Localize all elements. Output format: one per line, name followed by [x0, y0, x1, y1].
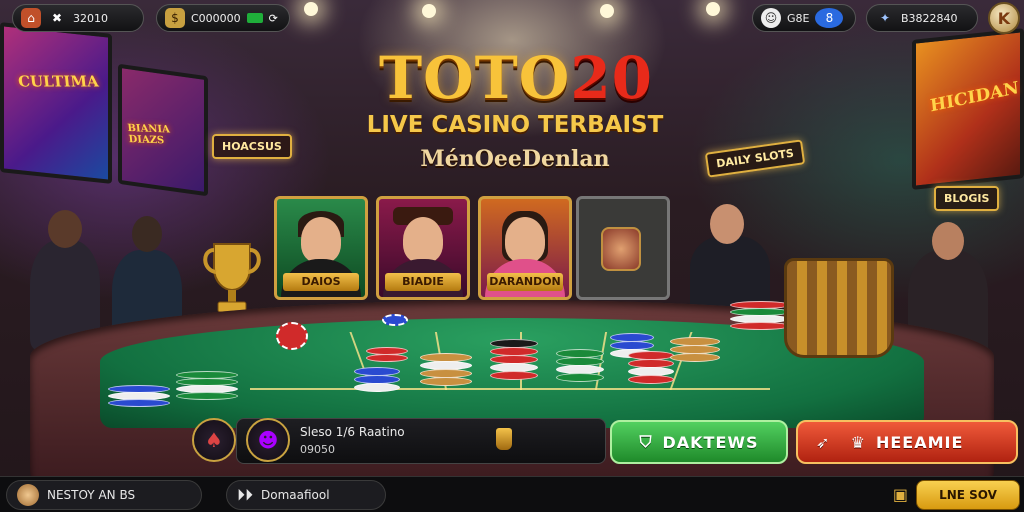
level-badge: 8 — [815, 8, 844, 28]
home-icon[interactable]: ⌂ — [21, 8, 41, 28]
game-card-3[interactable]: DARANDON — [478, 196, 572, 300]
spotlight — [600, 4, 614, 18]
chip-stack — [354, 367, 400, 392]
game-tagline: MénOeeDenlan — [420, 146, 610, 172]
red-action-button[interactable]: ➶ ♛ HEEAMIE — [796, 420, 1018, 464]
play-forward-icon: ⏵⏵ — [237, 485, 254, 504]
card-emblem-icon — [601, 227, 641, 271]
left-wall-screen: CULTIMA — [0, 22, 112, 184]
neon-sign-slots: BLOGIS — [934, 186, 1000, 211]
spotlight — [706, 2, 720, 16]
hud-balance-1[interactable]: ⌂ ✖ 32010 — [12, 4, 144, 32]
card-portrait-face — [301, 217, 341, 263]
left-wall-screen-2: BIANIA DIAZS — [118, 63, 208, 197]
chip-bucket — [784, 258, 894, 358]
chip-stack — [366, 347, 408, 362]
dealer-head — [710, 204, 744, 244]
live-button[interactable]: LNE SOV — [916, 480, 1020, 510]
footer-user-label: NESTOY AN BS — [47, 488, 136, 502]
progress-bar — [246, 13, 263, 23]
cup-icon[interactable] — [496, 428, 512, 450]
poker-chip — [276, 322, 308, 350]
profile-button[interactable]: K — [988, 2, 1020, 34]
game-subtitle: LIVE CASINO TERBAIST — [366, 112, 664, 138]
player-head — [48, 210, 82, 248]
trophy-small-icon: ♛ — [850, 432, 866, 452]
arrow-icon: ➶ — [816, 432, 831, 452]
poker-chip — [382, 314, 408, 326]
title-number: 20 — [570, 44, 654, 112]
chip-stack — [108, 385, 170, 407]
hud-badge[interactable]: ☺ G8E 8 — [752, 4, 856, 32]
user-avatar-icon — [17, 484, 39, 506]
hud-balance-2[interactable]: $ C000000 ⟳ — [156, 4, 290, 32]
chip-stack — [420, 353, 472, 386]
player-head — [132, 216, 162, 252]
card-portrait-face — [403, 217, 443, 263]
game-card-2[interactable]: BIADIE — [376, 196, 470, 300]
footer-nav-pill[interactable]: ⏵⏵ Domaafiool — [226, 480, 386, 510]
refresh-icon[interactable]: ⟳ — [269, 12, 278, 25]
game-card-label: DARANDON — [487, 273, 563, 291]
hud-stat-2: C000000 — [191, 11, 241, 25]
live-table-title: Sleso 1/6 Raatino — [300, 425, 405, 439]
chip-stack — [490, 339, 538, 380]
footer-user-pill[interactable]: NESTOY AN BS — [6, 480, 202, 510]
star-icon: ✦ — [879, 11, 891, 25]
hud-stat-1: 32010 — [73, 11, 108, 25]
game-card-label: DAIOS — [283, 273, 359, 291]
red-button-label: HEEAMIE — [875, 432, 964, 452]
left-screen2-text: BIANIA DIAZS — [127, 122, 171, 147]
crossed-chips-icon: ✖ — [51, 11, 63, 25]
game-card-label: BIADIE — [385, 273, 461, 291]
card-portrait-face — [505, 217, 545, 263]
neon-sign-left: HOACSUS — [212, 134, 292, 159]
game-card-1[interactable]: DAIOS — [274, 196, 368, 300]
felt-marking — [250, 388, 770, 390]
spotlight — [304, 2, 318, 16]
chip-stack — [730, 301, 790, 330]
trophy-icon — [203, 243, 261, 313]
footer-nav-label: Domaafiool — [261, 488, 330, 502]
title-main: TOTO — [378, 44, 571, 112]
avatar-icon: ☺ — [761, 8, 781, 28]
live-table-info-bar — [236, 418, 606, 464]
player-head — [932, 222, 964, 260]
chip-stack — [176, 371, 238, 400]
coin-icon: $ — [165, 8, 185, 28]
live-table-subtitle: 09050 — [300, 443, 335, 456]
hud-balance-3[interactable]: ✦ B3822840 — [866, 4, 978, 32]
shield-icon: ⛉ — [639, 432, 653, 451]
game-title: TOTO20 — [376, 48, 656, 108]
spotlight — [422, 4, 436, 18]
left-screen-text: CULTIMA — [17, 72, 100, 91]
chip-stack — [670, 337, 720, 362]
right-screen-text: HICIDAN — [929, 78, 1020, 117]
chip-stack — [628, 351, 674, 384]
hud-stat-3: G8E — [787, 11, 810, 25]
lock-icon[interactable]: ▣ — [893, 485, 908, 504]
hud-stat-4: B3822840 — [901, 11, 958, 25]
footer-bar: NESTOY AN BS ⏵⏵ Domaafiool ▣ LNE SOV — [0, 476, 1024, 512]
host-avatar-icon[interactable]: ☻ — [246, 418, 290, 462]
green-button-label: DAKTEWS — [662, 432, 759, 452]
green-action-button[interactable]: ⛉ DAKTEWS — [610, 420, 788, 464]
chip-stack — [556, 349, 604, 382]
game-card-4[interactable] — [576, 196, 670, 300]
dealer-avatar-icon[interactable]: ♠ — [192, 418, 236, 462]
right-wall-screen: HICIDAN — [912, 28, 1024, 190]
